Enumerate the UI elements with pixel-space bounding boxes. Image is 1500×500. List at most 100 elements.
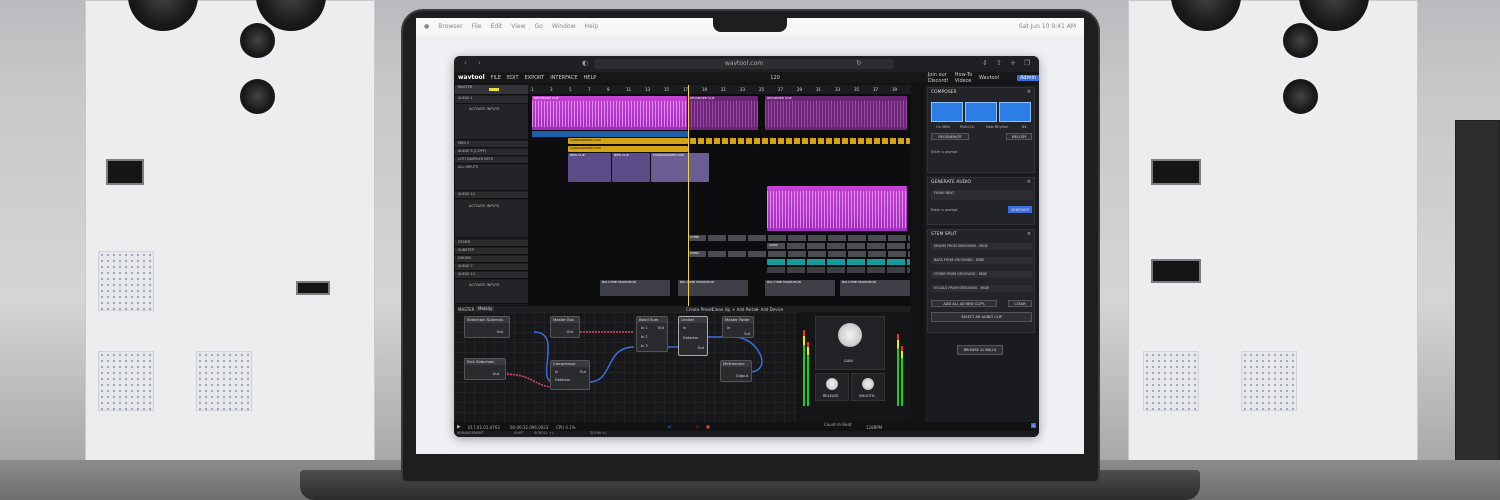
os-menu-edit[interactable]: Edit	[491, 23, 503, 30]
os-menu-file[interactable]: File	[472, 23, 482, 30]
track-header[interactable]: MASTER	[455, 85, 528, 95]
timeline-ruler[interactable]: 1 3 5 7 9 11 13 15 17 19 21 23 25 27 29 …	[528, 85, 911, 94]
graph-node[interactable]: Compressor In Detector Out	[550, 360, 590, 390]
generated-clip[interactable]: FUNKY BEAT	[931, 190, 1033, 200]
gain-knob[interactable]	[838, 323, 862, 347]
share-icon[interactable]: ⇧	[996, 59, 1002, 67]
transition-clip[interactable]: BIG CYMB TRANSITION	[600, 280, 670, 296]
node-port[interactable]: Out	[744, 332, 750, 336]
transition-clip[interactable]: BIG CYMB TRANSITION	[765, 280, 835, 296]
menu-export[interactable]: EXPORT	[525, 75, 545, 81]
node-port[interactable]: In	[555, 370, 558, 374]
playhead[interactable]	[688, 85, 689, 307]
select-audio-button[interactable]: SELECT AN AUDIO CLIP	[931, 312, 1032, 322]
track-header[interactable]: AUDIO 1	[455, 96, 528, 104]
track-header[interactable]: AUDIO 12	[455, 192, 528, 199]
discord-link[interactable]: Join our Discord!	[928, 72, 949, 84]
consolidated-clip[interactable]: CONSOLIDATED CLIP	[568, 138, 688, 144]
os-menu-help[interactable]: Help	[585, 23, 599, 30]
tabs-icon[interactable]: ❐	[1024, 59, 1030, 67]
consolidated-clip[interactable]: CONSOLIDATED CLIP	[568, 146, 688, 152]
smooth-knob[interactable]	[862, 378, 874, 390]
conc-clips[interactable]: CONC	[767, 243, 910, 249]
menu-file[interactable]: FILE	[491, 75, 501, 81]
node-port[interactable]: Out	[567, 330, 573, 334]
tempo-display[interactable]: 120	[770, 75, 780, 81]
graph-node[interactable]: Limiter In Detector Out	[678, 316, 708, 356]
graph-node[interactable]: Master Bus Out	[550, 316, 580, 338]
time-display[interactable]: 00:00:32.096.0023	[510, 425, 548, 430]
conc-clips[interactable]: CONC	[688, 251, 910, 257]
graph-node[interactable]: Band Sum In 1 In 2 In 3 Out	[636, 316, 668, 352]
browse-ai-skills-button[interactable]: BROWSE AI SKILLS	[957, 345, 1003, 355]
transition-clip[interactable]: BIG CYMB TRANSITION	[840, 280, 910, 296]
track-header[interactable]: OTHER	[455, 240, 528, 247]
audio-clip[interactable]: RECORDED CLIP	[688, 96, 758, 130]
midi-new-clip[interactable]: NEW CLIP	[568, 153, 611, 182]
track-header[interactable]: AUDIO 5 (COPY)	[455, 149, 528, 156]
track-header[interactable]: AUDIO 7	[455, 264, 528, 271]
node-port[interactable]: Out	[493, 372, 499, 376]
add-all-button[interactable]: ADD ALL AS NEW CLIPS	[931, 300, 997, 307]
stem-item[interactable]: BASS FROM GROOVING - MIDE	[931, 257, 1033, 264]
close-icon[interactable]: ×	[1027, 231, 1031, 237]
grey-clips[interactable]	[767, 267, 910, 273]
os-menu-browser[interactable]: Browser	[438, 23, 462, 30]
composer-variation[interactable]	[931, 102, 963, 122]
node-port[interactable]: Detector	[555, 378, 570, 382]
waveform-icon[interactable]: ∿	[1030, 423, 1036, 428]
bpm-display[interactable]: 128BPM	[866, 425, 882, 430]
reload-icon[interactable]: ↻	[856, 59, 862, 67]
track-header[interactable]: AUDIO 13	[455, 272, 528, 279]
node-port[interactable]: Out	[658, 326, 664, 330]
node-port[interactable]: In	[683, 326, 686, 330]
consolidated-dots[interactable]	[690, 138, 910, 144]
wavtool-link[interactable]: Wavtool	[979, 75, 999, 81]
play-icon[interactable]: ▶	[457, 424, 461, 430]
account-button[interactable]: Admin	[1017, 74, 1039, 81]
composer-prompt-input[interactable]: Enter a prompt	[931, 150, 958, 154]
track-header[interactable]: ACTIVATE INPUTS	[455, 104, 528, 140]
stop-icon[interactable]: ■	[706, 424, 710, 429]
new-tab-icon[interactable]: +	[1010, 59, 1016, 67]
loop-icon[interactable]: ⇄	[668, 424, 671, 429]
composer-variation[interactable]	[999, 102, 1031, 122]
track-header[interactable]: LOFI SAMPLER KEYS	[455, 157, 528, 164]
audio-clip[interactable]: RECORDED CLIP	[765, 96, 907, 130]
track-header[interactable]: ACTIVATE INPUTS	[455, 280, 528, 304]
howto-link[interactable]: How-To Videos	[955, 72, 973, 84]
teal-clips[interactable]	[767, 259, 910, 265]
stem-item[interactable]: DRUMS FROM GROOVING - MIDE	[931, 243, 1033, 250]
node-port[interactable]: Output	[736, 374, 748, 378]
os-menu-view[interactable]: View	[511, 23, 525, 30]
graph-node[interactable]: Metronome Output	[720, 360, 752, 382]
track-header[interactable]: ACTIVATE INPUTS	[455, 200, 528, 238]
track-header[interactable]: MIDI 1	[455, 141, 528, 148]
node-port[interactable]: In 2	[641, 335, 648, 339]
record-icon[interactable]: ○	[696, 424, 700, 429]
position-display[interactable]: 017.01.01.4763	[468, 425, 500, 430]
device-graph[interactable]: Sidechain Subrenis Out Master Bus Out Band…	[454, 312, 798, 422]
audio-prompt-input[interactable]: Enter a prompt	[931, 208, 958, 212]
track-header[interactable]: DRUMS	[455, 256, 528, 263]
audio-clip[interactable]: RECORDED CLIP	[532, 96, 687, 130]
option-mini[interactable]: On MINI	[936, 125, 950, 129]
consolidated-clip[interactable]: CONSOLIDATED CLIP	[651, 153, 709, 182]
node-port[interactable]: Out	[497, 330, 503, 334]
cymb-clips[interactable]: CYMB	[688, 235, 910, 241]
download-icon[interactable]: ⇓	[982, 59, 988, 67]
preset-select[interactable]: Melody	[476, 306, 495, 311]
forward-icon[interactable]: ›	[478, 59, 481, 67]
menu-edit[interactable]: EDIT	[507, 75, 519, 81]
regenerate-button[interactable]: REGENERATE	[931, 133, 969, 140]
close-icon[interactable]: ×	[1027, 89, 1031, 95]
track-header[interactable]: ALL INPUTS	[455, 165, 528, 191]
node-port[interactable]: Out	[580, 370, 586, 374]
node-port[interactable]: In	[727, 326, 730, 330]
option-multich[interactable]: Multi-Ch	[960, 125, 974, 129]
node-port[interactable]: In 1	[641, 326, 648, 330]
close-icon[interactable]: ×	[1027, 179, 1031, 185]
stem-item[interactable]: OTHER FROM GROOVING - MIDE	[931, 271, 1033, 278]
os-menu-window[interactable]: Window	[552, 23, 576, 30]
menu-help[interactable]: HELP	[584, 75, 597, 81]
